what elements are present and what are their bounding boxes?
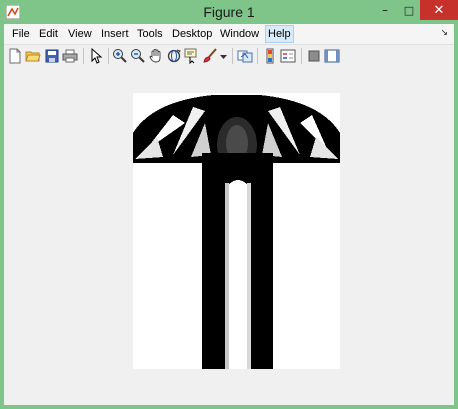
menu-bar: File Edit View Insert Tools Desktop Wind… [4, 24, 454, 44]
toolbar-separator [301, 48, 302, 64]
pan-hand-icon[interactable] [148, 48, 164, 64]
open-file-icon[interactable] [25, 48, 41, 64]
title-bar[interactable]: Figure 1 – □ ✕ [0, 0, 458, 24]
menu-help[interactable]: Help [265, 25, 294, 43]
toolbar-separator [257, 48, 258, 64]
link-plot-icon[interactable] [237, 48, 253, 64]
maximize-icon: □ [403, 3, 415, 17]
menu-insert[interactable]: Insert [99, 26, 131, 42]
figure-canvas[interactable] [4, 67, 454, 405]
menu-edit[interactable]: Edit [37, 26, 60, 42]
minimize-icon: – [382, 3, 388, 17]
menu-tools[interactable]: Tools [135, 26, 165, 42]
grayscale-image [133, 93, 340, 369]
zoom-in-icon[interactable] [112, 48, 128, 64]
save-icon[interactable] [44, 48, 60, 64]
show-plot-tools-icon[interactable] [324, 48, 340, 64]
brush-icon[interactable] [202, 48, 218, 64]
new-figure-icon[interactable] [7, 48, 23, 64]
legend-icon[interactable] [280, 48, 296, 64]
figure-window: Figure 1 – □ ✕ File Edit View Insert Too… [0, 0, 458, 409]
hide-plot-tools-icon[interactable] [306, 48, 322, 64]
dock-figure-icon[interactable]: ↘ [440, 27, 448, 38]
colorbar-icon[interactable] [262, 48, 278, 64]
print-icon[interactable] [62, 48, 78, 64]
toolbar-separator [232, 48, 233, 64]
figure-client-area: File Edit View Insert Tools Desktop Wind… [4, 24, 454, 405]
brush-dropdown-icon[interactable] [219, 48, 228, 64]
close-button[interactable]: ✕ [420, 0, 458, 20]
toolbar-separator [83, 48, 84, 64]
maximize-button[interactable]: □ [398, 0, 420, 20]
menu-file[interactable]: File [10, 26, 32, 42]
data-cursor-icon[interactable] [184, 48, 200, 64]
menu-window[interactable]: Window [218, 26, 261, 42]
edit-plot-arrow-icon[interactable] [88, 48, 104, 64]
toolbar-separator [108, 48, 109, 64]
rotate-3d-icon[interactable] [166, 48, 182, 64]
zoom-out-icon[interactable] [130, 48, 146, 64]
minimize-button[interactable]: – [372, 0, 398, 20]
menu-view[interactable]: View [66, 26, 94, 42]
close-icon: ✕ [433, 2, 445, 18]
menu-desktop[interactable]: Desktop [170, 26, 214, 42]
figure-toolbar [4, 44, 454, 68]
